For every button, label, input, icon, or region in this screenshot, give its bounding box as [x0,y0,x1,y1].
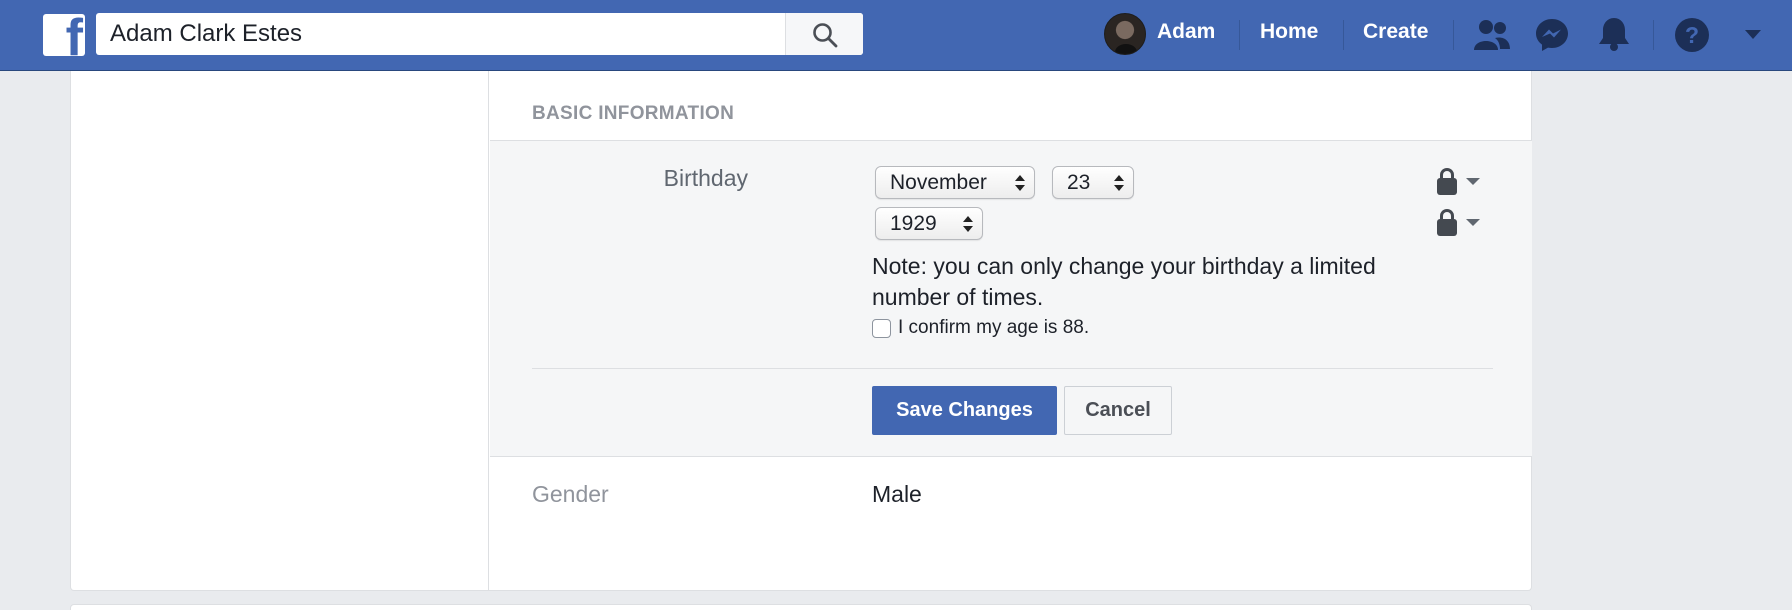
nav-divider [1343,20,1344,50]
next-card-edge [70,604,1532,610]
confirm-age-label: I confirm my age is 88. [898,317,1090,338]
avatar [1104,13,1146,55]
lock-icon-body [1437,219,1457,236]
select-arrows-icon [963,216,973,232]
search-button[interactable] [785,13,863,55]
birthday-year-audience-selector[interactable] [1433,208,1483,238]
facebook-logo[interactable]: f [43,14,85,56]
confirm-age-checkbox[interactable] [872,318,891,338]
search-box [96,13,863,55]
select-arrows-icon [1114,175,1124,191]
gender-value: Male [872,481,922,507]
birthday-day-value: 23 [1067,171,1091,194]
profile-link[interactable] [1104,13,1146,55]
birthday-month-select[interactable]: November [875,166,1035,199]
confirm-age-option[interactable]: I confirm my age is 88. [872,316,1089,340]
birthday-date-audience-selector[interactable] [1433,167,1483,197]
messenger-icon[interactable] [1534,17,1570,53]
nav-divider [1239,20,1240,50]
profile-name-link[interactable]: Adam [1157,20,1215,44]
select-arrows-icon [1015,175,1025,191]
friend-requests-icon[interactable] [1473,18,1511,52]
search-icon [813,23,838,48]
top-navigation-bar: f Adam Home Create ? [0,0,1792,71]
facebook-logo-letter: f [65,14,83,56]
birthday-year-value: 1929 [890,212,937,235]
gender-label: Gender [532,481,609,507]
about-sidebar [71,71,489,590]
birthday-label-text: Birthday [663,165,748,191]
about-card: BASIC INFORMATION Birthday November 23 1… [70,71,1532,591]
birthday-month-value: November [890,171,987,194]
section-title: BASIC INFORMATION [532,103,735,124]
bell-icon[interactable] [1597,16,1631,52]
home-link[interactable]: Home [1260,20,1318,44]
nav-divider [1453,20,1454,50]
panel-divider [532,368,1493,369]
cancel-button[interactable]: Cancel [1064,386,1172,435]
birthday-year-select[interactable]: 1929 [875,207,983,240]
nav-divider [1653,20,1654,50]
help-icon[interactable]: ? [1674,17,1710,53]
create-link[interactable]: Create [1363,20,1428,44]
caret-down-icon [1466,178,1480,185]
caret-down-icon[interactable] [1745,30,1761,40]
search-input[interactable] [96,13,784,55]
lock-icon-body [1437,178,1457,195]
caret-down-icon [1466,219,1480,226]
birthday-day-select[interactable]: 23 [1052,166,1134,199]
save-changes-button[interactable]: Save Changes [872,386,1057,435]
birthday-change-note: Note: you can only change your birthday … [872,253,1376,310]
svg-text:?: ? [1685,22,1699,48]
